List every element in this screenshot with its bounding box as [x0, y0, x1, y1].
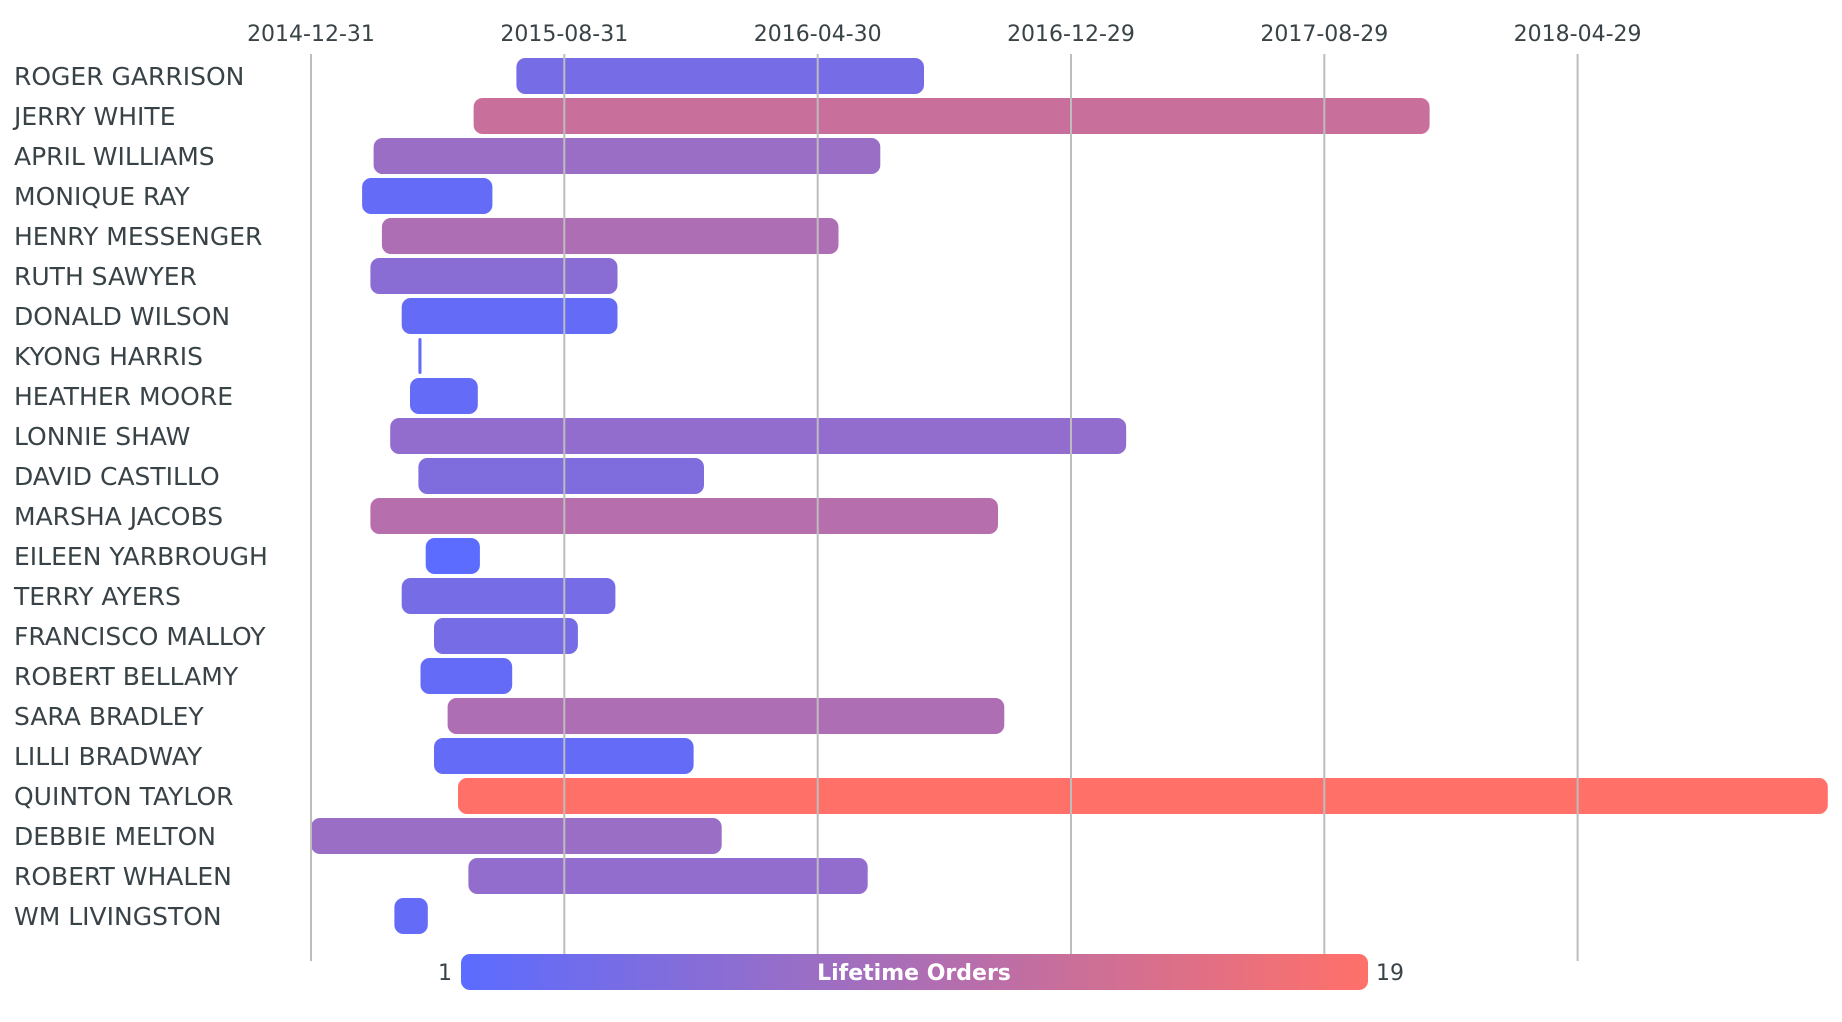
row-label: LILLI BRADWAY — [14, 742, 203, 771]
bars-layer — [311, 58, 1828, 934]
row-label: KYONG HARRIS — [14, 342, 203, 371]
gantt-bar[interactable] — [370, 498, 998, 534]
row-label: HENRY MESSENGER — [14, 222, 262, 251]
gantt-bar[interactable] — [373, 138, 881, 174]
row-label: DONALD WILSON — [14, 302, 230, 331]
row-label: DAVID CASTILLO — [14, 462, 220, 491]
gantt-bar[interactable] — [401, 578, 616, 614]
x-tick-label: 2017-08-29 — [1260, 22, 1388, 47]
gantt-bar[interactable] — [394, 898, 428, 934]
gantt-bar[interactable] — [311, 818, 722, 854]
gantt-bar[interactable] — [410, 378, 478, 414]
gantt-bar[interactable] — [468, 858, 868, 894]
gantt-bar[interactable] — [425, 538, 480, 574]
gantt-bar[interactable] — [418, 338, 422, 374]
gantt-bar[interactable] — [370, 258, 618, 294]
gantt-bar[interactable] — [390, 418, 1127, 454]
row-label: ROGER GARRISON — [14, 62, 244, 91]
gantt-bar[interactable] — [458, 778, 1828, 814]
gantt-bar[interactable] — [401, 298, 618, 334]
x-tick-label: 2016-04-30 — [754, 22, 882, 47]
x-tick-label: 2018-04-29 — [1514, 22, 1642, 47]
row-label: MONIQUE RAY — [14, 182, 191, 211]
legend-title: Lifetime Orders — [817, 961, 1011, 986]
gantt-chart: 2014-12-31 2015-08-31 2016-04-30 2016-12-29… — [12, 22, 1828, 990]
y-axis-row-labels: ROGER GARRISON JERRY WHITE APRIL WILLIAMS M… — [12, 62, 268, 931]
x-tick-label: 2016-12-29 — [1007, 22, 1135, 47]
x-tick-label: 2015-08-31 — [500, 22, 628, 47]
gantt-bar[interactable] — [473, 98, 1430, 134]
row-label: EILEEN YARBROUGH — [14, 542, 268, 571]
x-tick-label: 2014-12-31 — [247, 22, 375, 47]
row-label: MARSHA JACOBS — [14, 502, 223, 531]
row-label: SARA BRADLEY — [14, 702, 204, 731]
gantt-bar[interactable] — [516, 58, 924, 94]
legend-max-label: 19 — [1376, 961, 1404, 986]
gantt-bar[interactable] — [418, 458, 704, 494]
row-label: RUTH SAWYER — [14, 262, 197, 291]
row-label: QUINTON TAYLOR — [14, 782, 234, 811]
gantt-bar[interactable] — [362, 178, 493, 214]
x-axis-tick-labels: 2014-12-31 2015-08-31 2016-04-30 2016-12-29… — [247, 22, 1641, 47]
row-label: ROBERT WHALEN — [14, 862, 232, 891]
gantt-bar[interactable] — [420, 658, 513, 694]
row-label: HEATHER MOORE — [14, 382, 233, 411]
gantt-bar[interactable] — [434, 618, 578, 654]
row-label: ROBERT BELLAMY — [14, 662, 239, 691]
legend-min-label: 1 — [438, 961, 452, 986]
row-label: TERRY AYERS — [13, 582, 181, 611]
row-label: JERRY WHITE — [12, 102, 176, 131]
gantt-bar[interactable] — [381, 218, 839, 254]
row-label: FRANCISCO MALLOY — [14, 622, 266, 651]
row-label: DEBBIE MELTON — [14, 822, 216, 851]
row-label: APRIL WILLIAMS — [14, 142, 215, 171]
gantt-bar[interactable] — [447, 698, 1005, 734]
row-label: LONNIE SHAW — [14, 422, 190, 451]
row-label: WM LIVINGSTON — [14, 902, 222, 931]
color-legend: 1 Lifetime Orders 19 — [438, 954, 1404, 990]
